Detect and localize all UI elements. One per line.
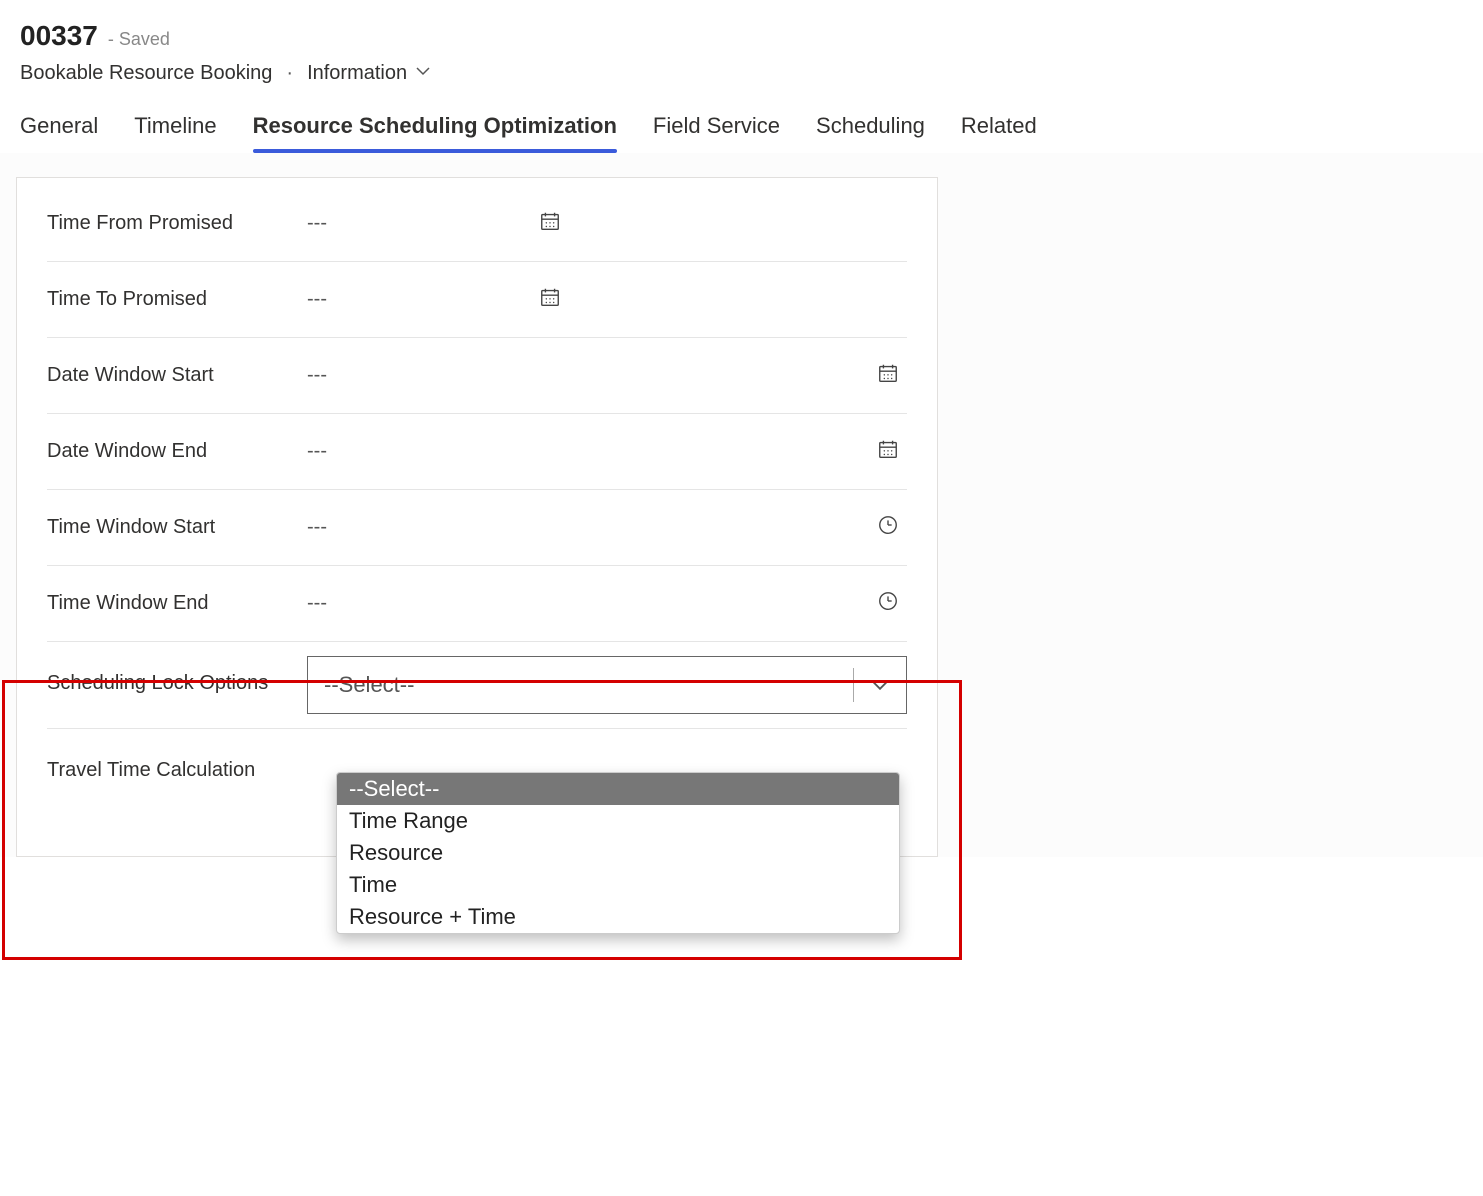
field-time-to-promised[interactable]: Time To Promised --- <box>47 262 907 338</box>
field-label: Date Window End <box>47 440 307 463</box>
scheduling-lock-dropdown: --Select-- Time Range Resource Time Reso… <box>336 772 900 934</box>
field-scheduling-lock-options: Scheduling Lock Options --Select-- <box>47 642 907 729</box>
select-placeholder: --Select-- <box>324 672 414 698</box>
field-value: --- <box>307 364 327 387</box>
form-selector[interactable]: Information <box>307 62 431 85</box>
field-label: Travel Time Calculation <box>47 743 307 782</box>
form-panel: Time From Promised --- Time To Promised … <box>16 177 938 857</box>
dropdown-option-resource-time[interactable]: Resource + Time <box>337 901 899 933</box>
field-value: --- <box>307 212 327 235</box>
field-label: Time To Promised <box>47 288 307 311</box>
record-title: 00337 <box>20 20 98 52</box>
field-value: --- <box>307 592 327 615</box>
tab-scheduling[interactable]: Scheduling <box>816 113 925 153</box>
chevron-down-icon <box>415 62 431 85</box>
field-date-window-end[interactable]: Date Window End --- <box>47 414 907 490</box>
field-label: Date Window Start <box>47 364 307 387</box>
field-value: --- <box>307 288 327 311</box>
chevron-down-icon <box>853 668 890 702</box>
tab-related[interactable]: Related <box>961 113 1037 153</box>
form-name: Information <box>307 62 407 85</box>
field-time-window-end[interactable]: Time Window End --- <box>47 566 907 642</box>
clock-icon[interactable] <box>877 514 899 542</box>
field-date-window-start[interactable]: Date Window Start --- <box>47 338 907 414</box>
dot-separator: · <box>286 62 293 85</box>
saved-status: - Saved <box>108 29 170 50</box>
calendar-icon[interactable] <box>877 438 899 466</box>
dropdown-option-select[interactable]: --Select-- <box>337 773 899 805</box>
field-time-from-promised[interactable]: Time From Promised --- <box>47 186 907 262</box>
dropdown-option-resource[interactable]: Resource <box>337 837 899 869</box>
subtitle-line: Bookable Resource Booking · Information <box>20 62 1463 85</box>
field-label: Time Window End <box>47 592 307 615</box>
tab-field-service[interactable]: Field Service <box>653 113 780 153</box>
field-value: --- <box>307 516 327 539</box>
field-label: Time From Promised <box>47 212 307 235</box>
field-label: Time Window Start <box>47 516 307 539</box>
field-time-window-start[interactable]: Time Window Start --- <box>47 490 907 566</box>
entity-name: Bookable Resource Booking <box>20 62 272 85</box>
field-value: --- <box>307 440 327 463</box>
calendar-icon[interactable] <box>539 210 561 238</box>
tab-bar: General Timeline Resource Scheduling Opt… <box>0 85 1483 153</box>
tab-timeline[interactable]: Timeline <box>134 113 216 153</box>
dropdown-option-time-range[interactable]: Time Range <box>337 805 899 837</box>
calendar-icon[interactable] <box>539 286 561 314</box>
clock-icon[interactable] <box>877 590 899 618</box>
field-label: Scheduling Lock Options <box>47 656 307 695</box>
tab-rso[interactable]: Resource Scheduling Optimization <box>253 113 617 153</box>
scheduling-lock-select[interactable]: --Select-- <box>307 656 907 714</box>
dropdown-option-time[interactable]: Time <box>337 869 899 901</box>
calendar-icon[interactable] <box>877 362 899 390</box>
title-line: 00337 - Saved <box>20 20 1463 52</box>
tab-general[interactable]: General <box>20 113 98 153</box>
